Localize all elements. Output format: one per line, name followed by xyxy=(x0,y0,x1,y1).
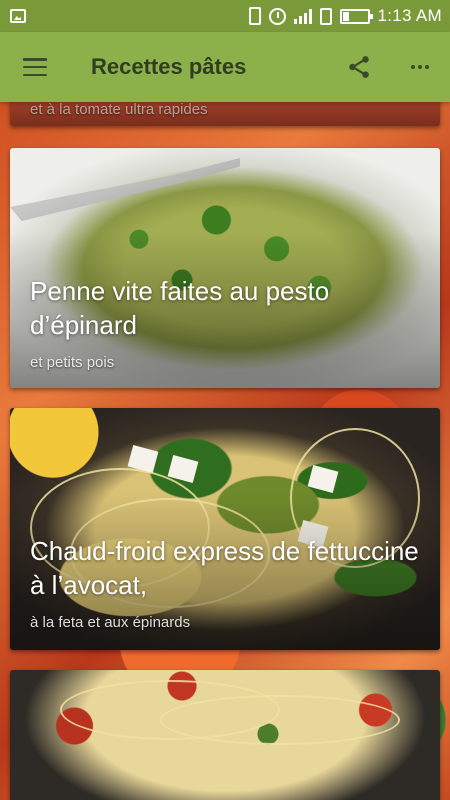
recipe-list[interactable]: et à la tomate ultra rapides Penne vite … xyxy=(0,102,450,800)
page-title: Recettes pâtes xyxy=(91,54,247,79)
menu-icon[interactable] xyxy=(23,58,47,76)
recipe-card[interactable]: Chaud-froid express de fettuccine à l’av… xyxy=(10,408,440,650)
recipe-subtitle: et à la tomate ultra rapides xyxy=(30,102,208,118)
recipe-title: Chaud-froid express de fettuccine à l’av… xyxy=(30,536,419,600)
recipe-photo xyxy=(10,670,440,800)
recipe-card[interactable]: Penne vite faites au pesto d’épinard et … xyxy=(10,148,440,388)
share-icon[interactable] xyxy=(346,54,372,80)
status-time: 1:13 AM xyxy=(377,6,442,25)
recipe-title: Penne vite faites au pesto d’épinard xyxy=(30,276,330,340)
recipe-subtitle: à la feta et aux épinards xyxy=(30,614,191,631)
sim-icon xyxy=(319,7,332,25)
status-bar: 1:13 AM xyxy=(0,0,450,32)
vibrate-icon xyxy=(248,7,261,25)
more-options-icon[interactable] xyxy=(408,55,432,79)
recipe-subtitle: et petits pois xyxy=(30,354,115,371)
battery-icon xyxy=(339,8,373,24)
alarm-icon xyxy=(268,7,286,25)
image-icon xyxy=(10,9,26,23)
recipe-card[interactable] xyxy=(10,670,440,800)
signal-icon xyxy=(293,8,312,24)
recipe-card[interactable]: et à la tomate ultra rapides xyxy=(10,102,440,126)
app-bar: Recettes pâtes xyxy=(0,32,450,102)
